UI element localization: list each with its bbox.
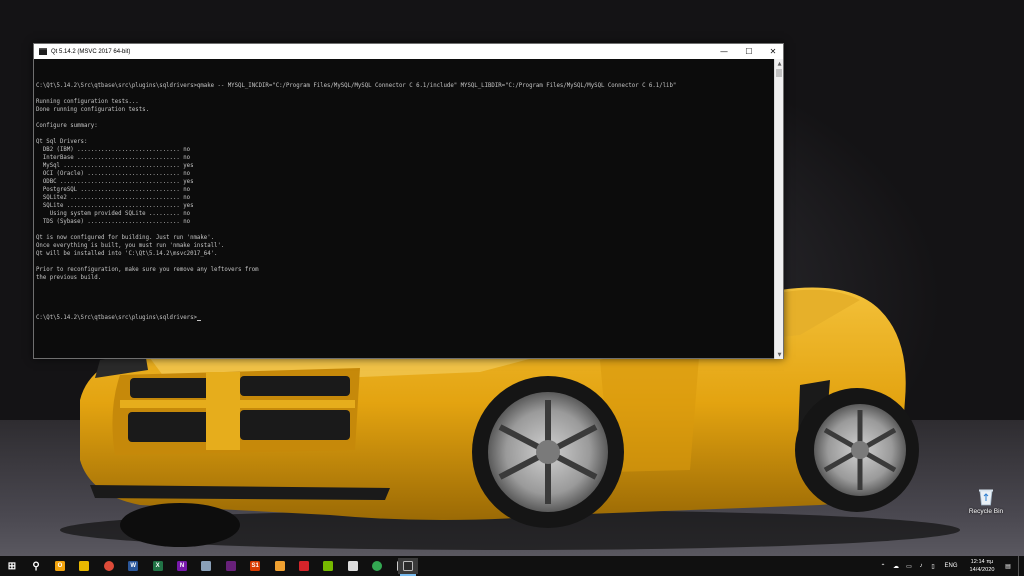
console-line: Qt Sql Drivers:: [36, 139, 88, 145]
console-line: Done running configuration tests.: [36, 107, 149, 113]
console-line: MySql ..................................…: [36, 163, 194, 169]
outlook-taskbar-button[interactable]: O: [50, 558, 70, 574]
console-line: DB2 (IBM) ..............................…: [36, 147, 191, 153]
recycle-bin-icon: [979, 489, 993, 506]
word-icon: W: [128, 561, 139, 571]
console-line: Running configuration tests...: [36, 99, 139, 105]
acrobat-icon: [299, 561, 309, 571]
scroll-up-arrow-icon[interactable]: ▲: [775, 59, 784, 68]
chrome-like-taskbar-button[interactable]: [74, 558, 94, 574]
text-cursor: [196, 319, 201, 321]
word-taskbar-button[interactable]: W: [123, 558, 143, 574]
scroll-down-arrow-icon[interactable]: ▼: [775, 350, 784, 359]
console-prompt: C:\Qt\5.14.2\Src\qtbase\src\plugins\sqld…: [36, 315, 197, 321]
console-line: InterBase ..............................…: [36, 155, 191, 161]
recycle-bin-label: Recycle Bin: [968, 508, 1004, 515]
console-line: Once everything is built, you must run '…: [36, 243, 225, 249]
scrollbar-thumb[interactable]: [776, 69, 782, 77]
teams-like-taskbar-button[interactable]: [367, 558, 387, 574]
window-title-bar[interactable]: Qt 5.14.2 (MSVC 2017 64-bit) — ☐ ✕: [34, 44, 783, 59]
pdf-taskbar-button[interactable]: [270, 558, 290, 574]
console-line: Qt will be installed into 'C:\Qt\5.14.2\…: [36, 251, 218, 257]
terminal-taskbar-button[interactable]: [398, 558, 418, 576]
language-indicator[interactable]: ENG: [942, 556, 960, 576]
console-line: the previous build.: [36, 275, 102, 281]
search-icon: ⚲: [32, 560, 40, 572]
visual-studio-taskbar-button[interactable]: [221, 558, 241, 574]
vertical-scrollbar[interactable]: ▲ ▼: [774, 59, 783, 359]
pdf-icon: [274, 561, 285, 571]
console-app-icon: [39, 48, 47, 55]
notifications-icon[interactable]: ▤: [1002, 556, 1014, 576]
nvidia-icon: [323, 561, 334, 571]
start-button-icon: ⊞: [7, 560, 17, 572]
console-line: Configure summary:: [36, 123, 98, 129]
maximize-icon: ☐: [745, 47, 753, 56]
minimize-icon: —: [720, 47, 728, 56]
s1-app-icon: S1: [250, 561, 261, 571]
excel-icon: X: [152, 561, 163, 571]
teams-like-icon: [372, 561, 383, 571]
chrome-taskbar-button[interactable]: [99, 558, 119, 574]
console-prompt-line[interactable]: C:\Qt\5.14.2\Src\qtbase\src\plugins\sqld…: [36, 314, 775, 322]
console-line: OCI (Oracle) ...........................…: [36, 171, 191, 177]
inkscape-icon: [347, 561, 358, 571]
console-line: PostgreSQL .............................…: [36, 187, 191, 193]
minimize-button[interactable]: —: [712, 44, 736, 59]
clock-date: 14/4/2020: [969, 567, 995, 573]
volume-icon[interactable]: ♪: [916, 556, 926, 576]
clock-time: 12:14 πμ: [970, 559, 994, 565]
close-icon: ✕: [769, 47, 777, 56]
taskbar-clock[interactable]: 12:14 πμ 14/4/2020: [964, 558, 1000, 574]
window-title: Qt 5.14.2 (MSVC 2017 64-bit): [51, 48, 131, 55]
onenote-taskbar-button[interactable]: N: [172, 558, 192, 574]
recycle-bin-desktop-icon[interactable]: Recycle Bin: [962, 488, 1010, 526]
taskbar: ⊞ ⚲ O W X N S1 ⌃ ☁ ▭ ♪ ▯ ENG 12:14 πμ 14/4/202…: [0, 556, 1024, 576]
console-line: TDS (Sybase) ...........................…: [36, 219, 191, 225]
tray-overflow-chevron-icon[interactable]: ⌃: [878, 556, 888, 576]
search-taskbar-button[interactable]: ⚲: [26, 558, 46, 574]
console-lines: C:\Qt\5.14.2\Src\qtbase\src\plugins\sqld…: [36, 82, 775, 298]
acrobat-taskbar-button[interactable]: [294, 558, 314, 574]
visual-studio-icon: [225, 561, 236, 571]
chrome-like-icon: [79, 561, 90, 571]
nvidia-taskbar-button[interactable]: [318, 558, 338, 574]
console-line: Qt is now configured for building. Just …: [36, 235, 215, 241]
onenote-icon: N: [177, 561, 187, 571]
s1-app-taskbar-button[interactable]: S1: [245, 558, 265, 574]
console-line: SQLite2 ................................…: [36, 195, 191, 201]
console-line: Using system provided SQLite ......... n…: [36, 211, 191, 217]
vpn-taskbar-button[interactable]: [196, 558, 216, 574]
battery-icon[interactable]: ▯: [928, 556, 938, 576]
maximize-button[interactable]: ☐: [737, 44, 761, 59]
cloud-icon[interactable]: ☁: [890, 556, 902, 576]
network-icon[interactable]: ▭: [904, 556, 914, 576]
system-tray: ⌃ ☁ ▭ ♪ ▯ ENG 12:14 πμ 14/4/2020 ▤: [874, 556, 1024, 576]
terminal-icon: [403, 561, 413, 571]
excel-taskbar-button[interactable]: X: [148, 558, 168, 574]
console-output[interactable]: C:\Qt\5.14.2\Src\qtbase\src\plugins\sqld…: [34, 59, 775, 359]
outlook-icon: O: [55, 561, 65, 571]
chrome-icon: [103, 561, 114, 571]
console-line: SQLite .................................…: [36, 203, 194, 209]
console-window[interactable]: Qt 5.14.2 (MSVC 2017 64-bit) — ☐ ✕ C:\Qt…: [33, 43, 784, 359]
console-line: Prior to reconfiguration, make sure you …: [36, 267, 259, 273]
console-line: ODBC ...................................…: [36, 179, 194, 185]
console-line: C:\Qt\5.14.2\Src\qtbase\src\plugins\sqld…: [36, 83, 677, 89]
vpn-icon: [201, 561, 212, 571]
close-button[interactable]: ✕: [761, 44, 785, 59]
start-button-taskbar-button[interactable]: ⊞: [2, 558, 22, 574]
inkscape-taskbar-button[interactable]: [343, 558, 363, 574]
show-desktop-button[interactable]: [1018, 556, 1022, 576]
